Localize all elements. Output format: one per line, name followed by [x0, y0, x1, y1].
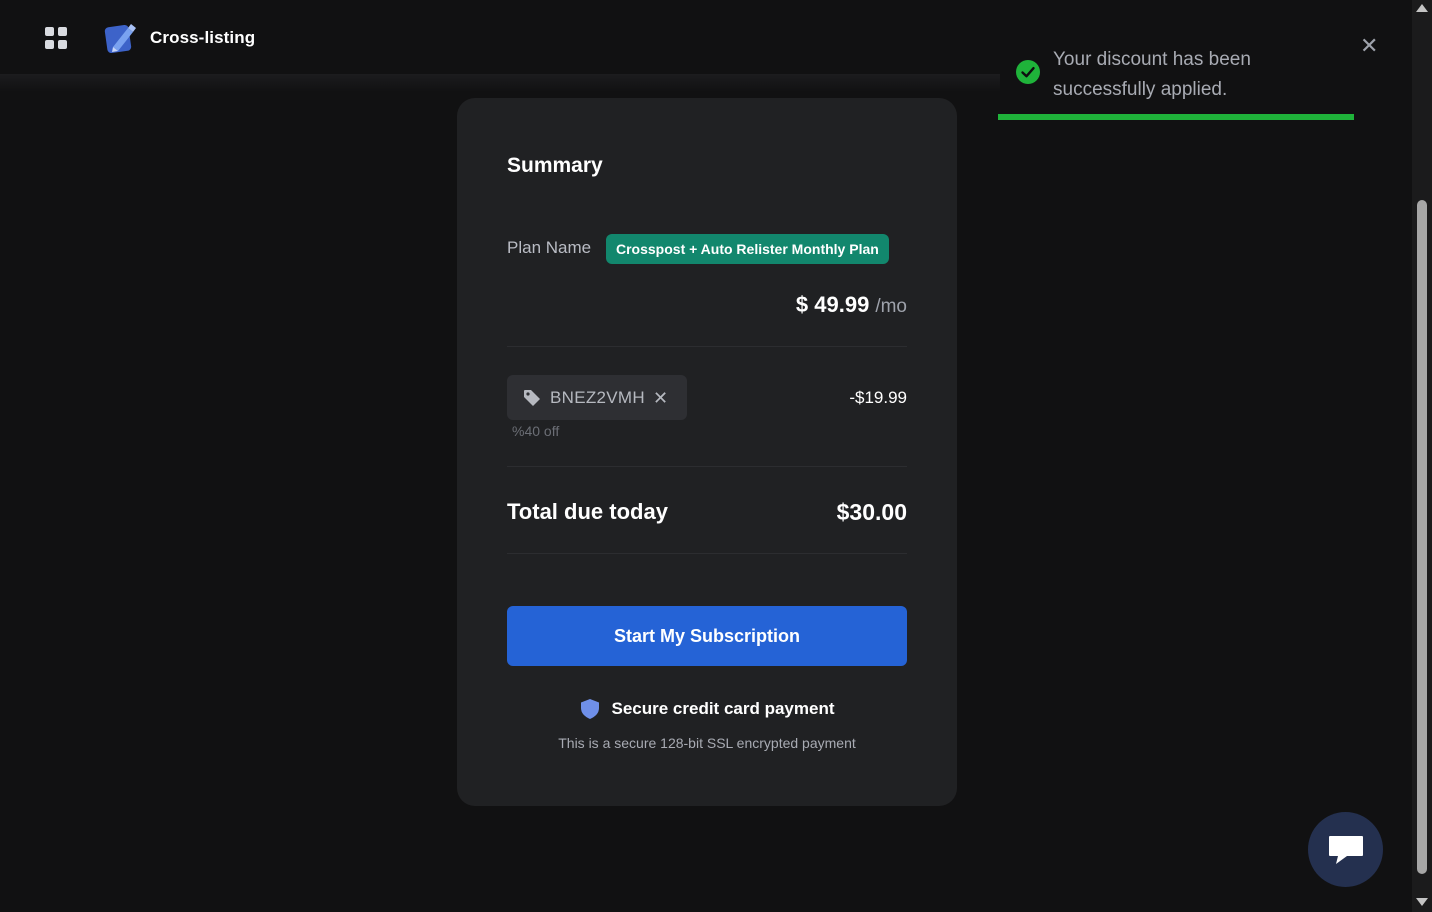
discount-amount: -$19.99 — [849, 388, 907, 407]
toast-message: Your discount has been successfully appl… — [1053, 49, 1251, 100]
coupon-discount-note: %40 off — [512, 423, 560, 439]
header-shadow — [0, 74, 1000, 92]
start-subscription-button[interactable]: Start My Subscription — [507, 606, 907, 666]
check-circle-icon — [1016, 60, 1040, 84]
divider — [507, 346, 907, 347]
plan-price: $ 49.99 /mo — [796, 292, 907, 318]
divider — [507, 553, 907, 554]
vertical-scrollbar[interactable] — [1412, 0, 1432, 912]
brand-title[interactable]: Cross-listing — [150, 28, 255, 48]
scroll-thumb[interactable] — [1417, 200, 1427, 874]
total-label: Total due today — [507, 499, 668, 524]
grid-icon[interactable] — [45, 27, 67, 49]
coupon-code: BNEZ2VMH — [550, 387, 645, 407]
secure-payment-row: Secure credit card payment — [457, 698, 957, 720]
scroll-down-arrow-icon[interactable] — [1416, 898, 1428, 906]
pencil-logo-icon[interactable] — [104, 22, 136, 54]
secure-payment-title: Secure credit card payment — [611, 699, 835, 718]
summary-card: Summary Plan Name Crosspost + Auto Relis… — [457, 98, 957, 806]
success-toast: Your discount has been successfully appl… — [998, 30, 1354, 122]
toast-progress-bar — [998, 114, 1354, 120]
plan-name-badge: Crosspost + Auto Relister Monthly Plan — [606, 234, 889, 264]
summary-title: Summary — [507, 154, 603, 177]
scroll-up-arrow-icon[interactable] — [1416, 4, 1428, 12]
total-amount: $30.00 — [836, 499, 907, 525]
price-amount: $ 49.99 — [795, 292, 870, 317]
checkout-page: Cross-listing Summary Plan Name Crosspos… — [0, 0, 1432, 912]
toast-progress-fill — [998, 114, 1354, 120]
secure-payment-subtitle: This is a secure 128-bit SSL encrypted p… — [558, 735, 856, 751]
coupon-chip: BNEZ2VMH ✕ — [507, 375, 687, 420]
chat-bubble-icon — [1328, 835, 1363, 864]
shield-icon — [580, 699, 599, 719]
remove-coupon-icon[interactable]: ✕ — [653, 389, 668, 407]
close-icon[interactable]: ✕ — [1360, 33, 1378, 59]
price-unit: /mo — [875, 296, 907, 317]
plan-name-label: Plan Name — [507, 238, 592, 257]
divider — [507, 466, 907, 467]
chat-launcher-button[interactable] — [1308, 812, 1383, 887]
tag-icon — [524, 389, 540, 406]
